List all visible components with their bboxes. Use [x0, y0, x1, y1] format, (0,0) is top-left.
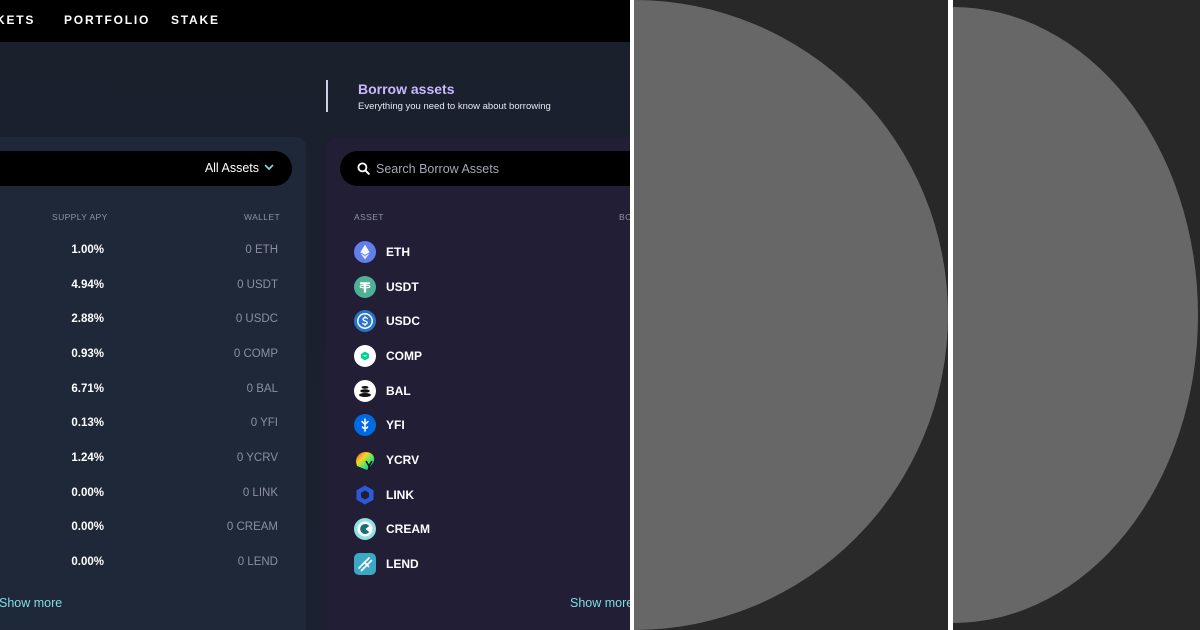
asset-filter-label: All Assets: [204, 161, 259, 175]
header-divider: [326, 80, 328, 112]
supply-apy-value: 4.94%: [71, 279, 104, 291]
wallet-balance: 0 BAL: [246, 383, 278, 395]
top-nav: KETS PORTFOLIO STAKE: [0, 0, 630, 42]
half-circle-graphic-left: [634, 0, 948, 630]
asset-name: CREAM: [386, 522, 430, 536]
asset-name: ETH: [386, 245, 410, 259]
asset-name: USDT: [386, 280, 419, 294]
half-circle-shape: [634, 0, 948, 630]
column-header-supply-apy: SUPPLY APY: [52, 212, 108, 222]
borrow-assets-title: Borrow assets: [358, 81, 455, 97]
borrow-asset-row-link[interactable]: LINK: [354, 484, 604, 506]
borrow-assets-subtitle: Everything you need to know about borrow…: [358, 101, 551, 112]
link-icon: [356, 485, 374, 505]
borrow-asset-row-lend[interactable]: LEND: [354, 553, 604, 575]
wallet-balance: 0 CREAM: [226, 521, 278, 533]
wallet-balance: 0 USDC: [235, 313, 278, 325]
half-circle-shape: [953, 7, 1198, 623]
borrow-markets-panel: ASSET BO ETH USDT: [327, 137, 630, 630]
wallet-balance: 0 ETH: [245, 244, 278, 256]
asset-name: YFI: [386, 418, 405, 432]
wallet-balance: 0 LINK: [242, 487, 278, 499]
supply-apy-value: 1.24%: [71, 452, 104, 464]
supply-show-more-link[interactable]: Show more: [0, 596, 62, 610]
nav-item-portfolio[interactable]: PORTFOLIO: [64, 13, 150, 27]
nav-item-stake[interactable]: STAKE: [171, 13, 220, 27]
wallet-balance: 0 LEND: [237, 556, 278, 568]
half-circle-graphic-right: [953, 0, 1200, 630]
wallet-balance: 0 USDT: [237, 279, 278, 291]
usdc-icon: [354, 310, 376, 332]
asset-name: COMP: [386, 349, 422, 363]
supply-apy-value: 1.00%: [71, 244, 104, 256]
supply-apy-value: 0.00%: [71, 521, 104, 533]
borrow-asset-row-yfi[interactable]: YFI: [354, 414, 604, 436]
borrow-asset-row-bal[interactable]: BAL: [354, 380, 604, 402]
supply-apy-value: 0.93%: [71, 348, 104, 360]
supply-markets-panel: All Assets SUPPLY APY WALLET 1.00% 0 ETH…: [0, 137, 306, 630]
borrow-asset-row-eth[interactable]: ETH: [354, 241, 604, 263]
borrow-asset-row-ycrv[interactable]: YCRV: [354, 449, 604, 471]
borrow-search-bar[interactable]: [340, 151, 630, 186]
chevron-down-icon: [264, 164, 274, 170]
yfi-icon: [354, 414, 376, 436]
asset-name: LINK: [386, 488, 414, 502]
borrow-asset-row-usdc[interactable]: USDC: [354, 310, 604, 332]
wallet-balance: 0 YFI: [250, 417, 278, 429]
supply-apy-value: 0.00%: [71, 487, 104, 499]
asset-name: USDC: [386, 314, 421, 328]
ycrv-icon: [356, 451, 375, 470]
supply-apy-value: 0.13%: [71, 417, 104, 429]
wallet-balance: 0 YCRV: [236, 452, 278, 464]
borrow-search-input[interactable]: [376, 159, 626, 178]
usdt-icon: [354, 276, 376, 298]
asset-name: LEND: [386, 557, 419, 571]
supply-apy-value: 2.88%: [71, 313, 104, 325]
column-header-wallet: WALLET: [244, 212, 281, 222]
asset-name: BAL: [386, 384, 411, 398]
column-header-borrow-apy: BO: [619, 212, 630, 222]
eth-icon: [354, 241, 376, 263]
supply-apy-value: 6.71%: [71, 383, 104, 395]
supply-apy-value: 0.00%: [71, 556, 104, 568]
compound-app-screenshot: KETS PORTFOLIO STAKE Borrow assets Every…: [0, 0, 630, 630]
nav-item-markets[interactable]: KETS: [0, 13, 35, 27]
comp-icon: [354, 345, 376, 367]
asset-filter-dropdown[interactable]: All Assets: [0, 151, 292, 186]
wallet-balance: 0 COMP: [233, 348, 278, 360]
lend-icon: [354, 553, 376, 575]
borrow-asset-row-usdt[interactable]: USDT: [354, 276, 604, 298]
asset-name: YCRV: [386, 453, 420, 467]
borrow-asset-row-cream[interactable]: CREAM: [354, 518, 604, 540]
cream-icon: [354, 518, 376, 540]
column-header-asset: ASSET: [354, 212, 384, 222]
borrow-show-more-link[interactable]: Show more: [570, 596, 630, 610]
borrow-asset-row-comp[interactable]: COMP: [354, 345, 604, 367]
bal-icon: [354, 380, 376, 402]
search-icon: [357, 162, 370, 175]
